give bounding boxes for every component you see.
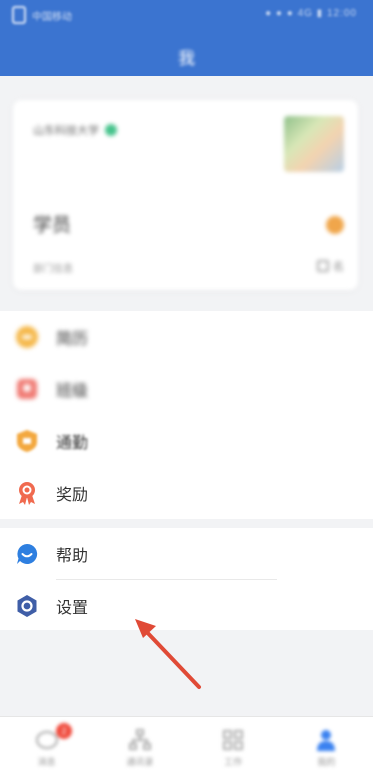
tab-label-work: 工作	[224, 757, 243, 767]
verified-icon	[105, 124, 117, 136]
contacts-icon	[128, 729, 151, 750]
card-icon	[317, 260, 329, 272]
tab-contacts[interactable]: 通讯录	[93, 717, 186, 777]
organization-name: 山东科技大学	[33, 125, 99, 137]
help-icon	[14, 541, 40, 567]
menu-label-settings: 设置	[56, 600, 89, 617]
menu-item-help[interactable]: 帮助	[0, 528, 373, 580]
menu-label-award: 奖励	[56, 487, 89, 504]
department-text: 部门信息	[33, 264, 73, 275]
menu-item-award[interactable]: 奖励	[0, 467, 373, 519]
menu-group-secondary: 帮助 设置	[0, 528, 373, 630]
commute-icon	[14, 428, 40, 454]
status-carrier-text: 中国移动	[32, 11, 72, 23]
card-more-button[interactable]: 名	[317, 258, 344, 274]
card-more-label: 名	[333, 261, 344, 273]
carrier-logo-icon	[12, 6, 26, 24]
avatar[interactable]	[284, 116, 344, 172]
coin-icon[interactable]	[326, 216, 344, 234]
settings-icon	[14, 593, 40, 619]
status-bar-left: 中国移动	[12, 6, 72, 24]
status-indicators: ● ● ● 4G ▮ 12:00	[265, 8, 357, 19]
tab-label-profile: 我的	[317, 757, 336, 767]
user-name: 学员	[33, 215, 72, 236]
menu-label-help: 帮助	[56, 548, 89, 565]
menu-group-primary: 简历 班级 通勤 奖励	[0, 311, 373, 519]
class-icon	[14, 376, 40, 402]
menu-item-resume[interactable]: 简历	[0, 311, 373, 363]
award-icon	[14, 480, 40, 506]
work-icon	[223, 730, 244, 750]
menu-label-class: 班级	[56, 383, 89, 400]
menu-item-settings[interactable]: 设置	[0, 580, 373, 632]
profile-icon	[317, 730, 336, 751]
organization-line: 山东科技大学	[33, 122, 117, 138]
profile-card[interactable]: 山东科技大学 学员 部门信息 名	[13, 100, 358, 290]
unread-badge: 2	[56, 723, 72, 739]
bottom-tab-bar: 消息 2 通讯录 工作 我的	[0, 716, 373, 777]
resume-icon	[14, 324, 40, 350]
tab-profile[interactable]: 我的	[280, 717, 373, 777]
menu-item-commute[interactable]: 通勤	[0, 415, 373, 467]
tab-work[interactable]: 工作	[187, 717, 280, 777]
tab-label-contacts: 通讯录	[126, 757, 154, 767]
menu-item-class[interactable]: 班级	[0, 363, 373, 415]
menu-label-resume: 简历	[56, 331, 89, 348]
tab-messages[interactable]: 消息 2	[0, 717, 93, 777]
top-app-bar: 中国移动 ● ● ● 4G ▮ 12:00 我	[0, 0, 373, 76]
tab-label-messages: 消息	[37, 757, 56, 767]
page-title: 我	[178, 49, 195, 68]
menu-label-commute: 通勤	[56, 435, 89, 452]
